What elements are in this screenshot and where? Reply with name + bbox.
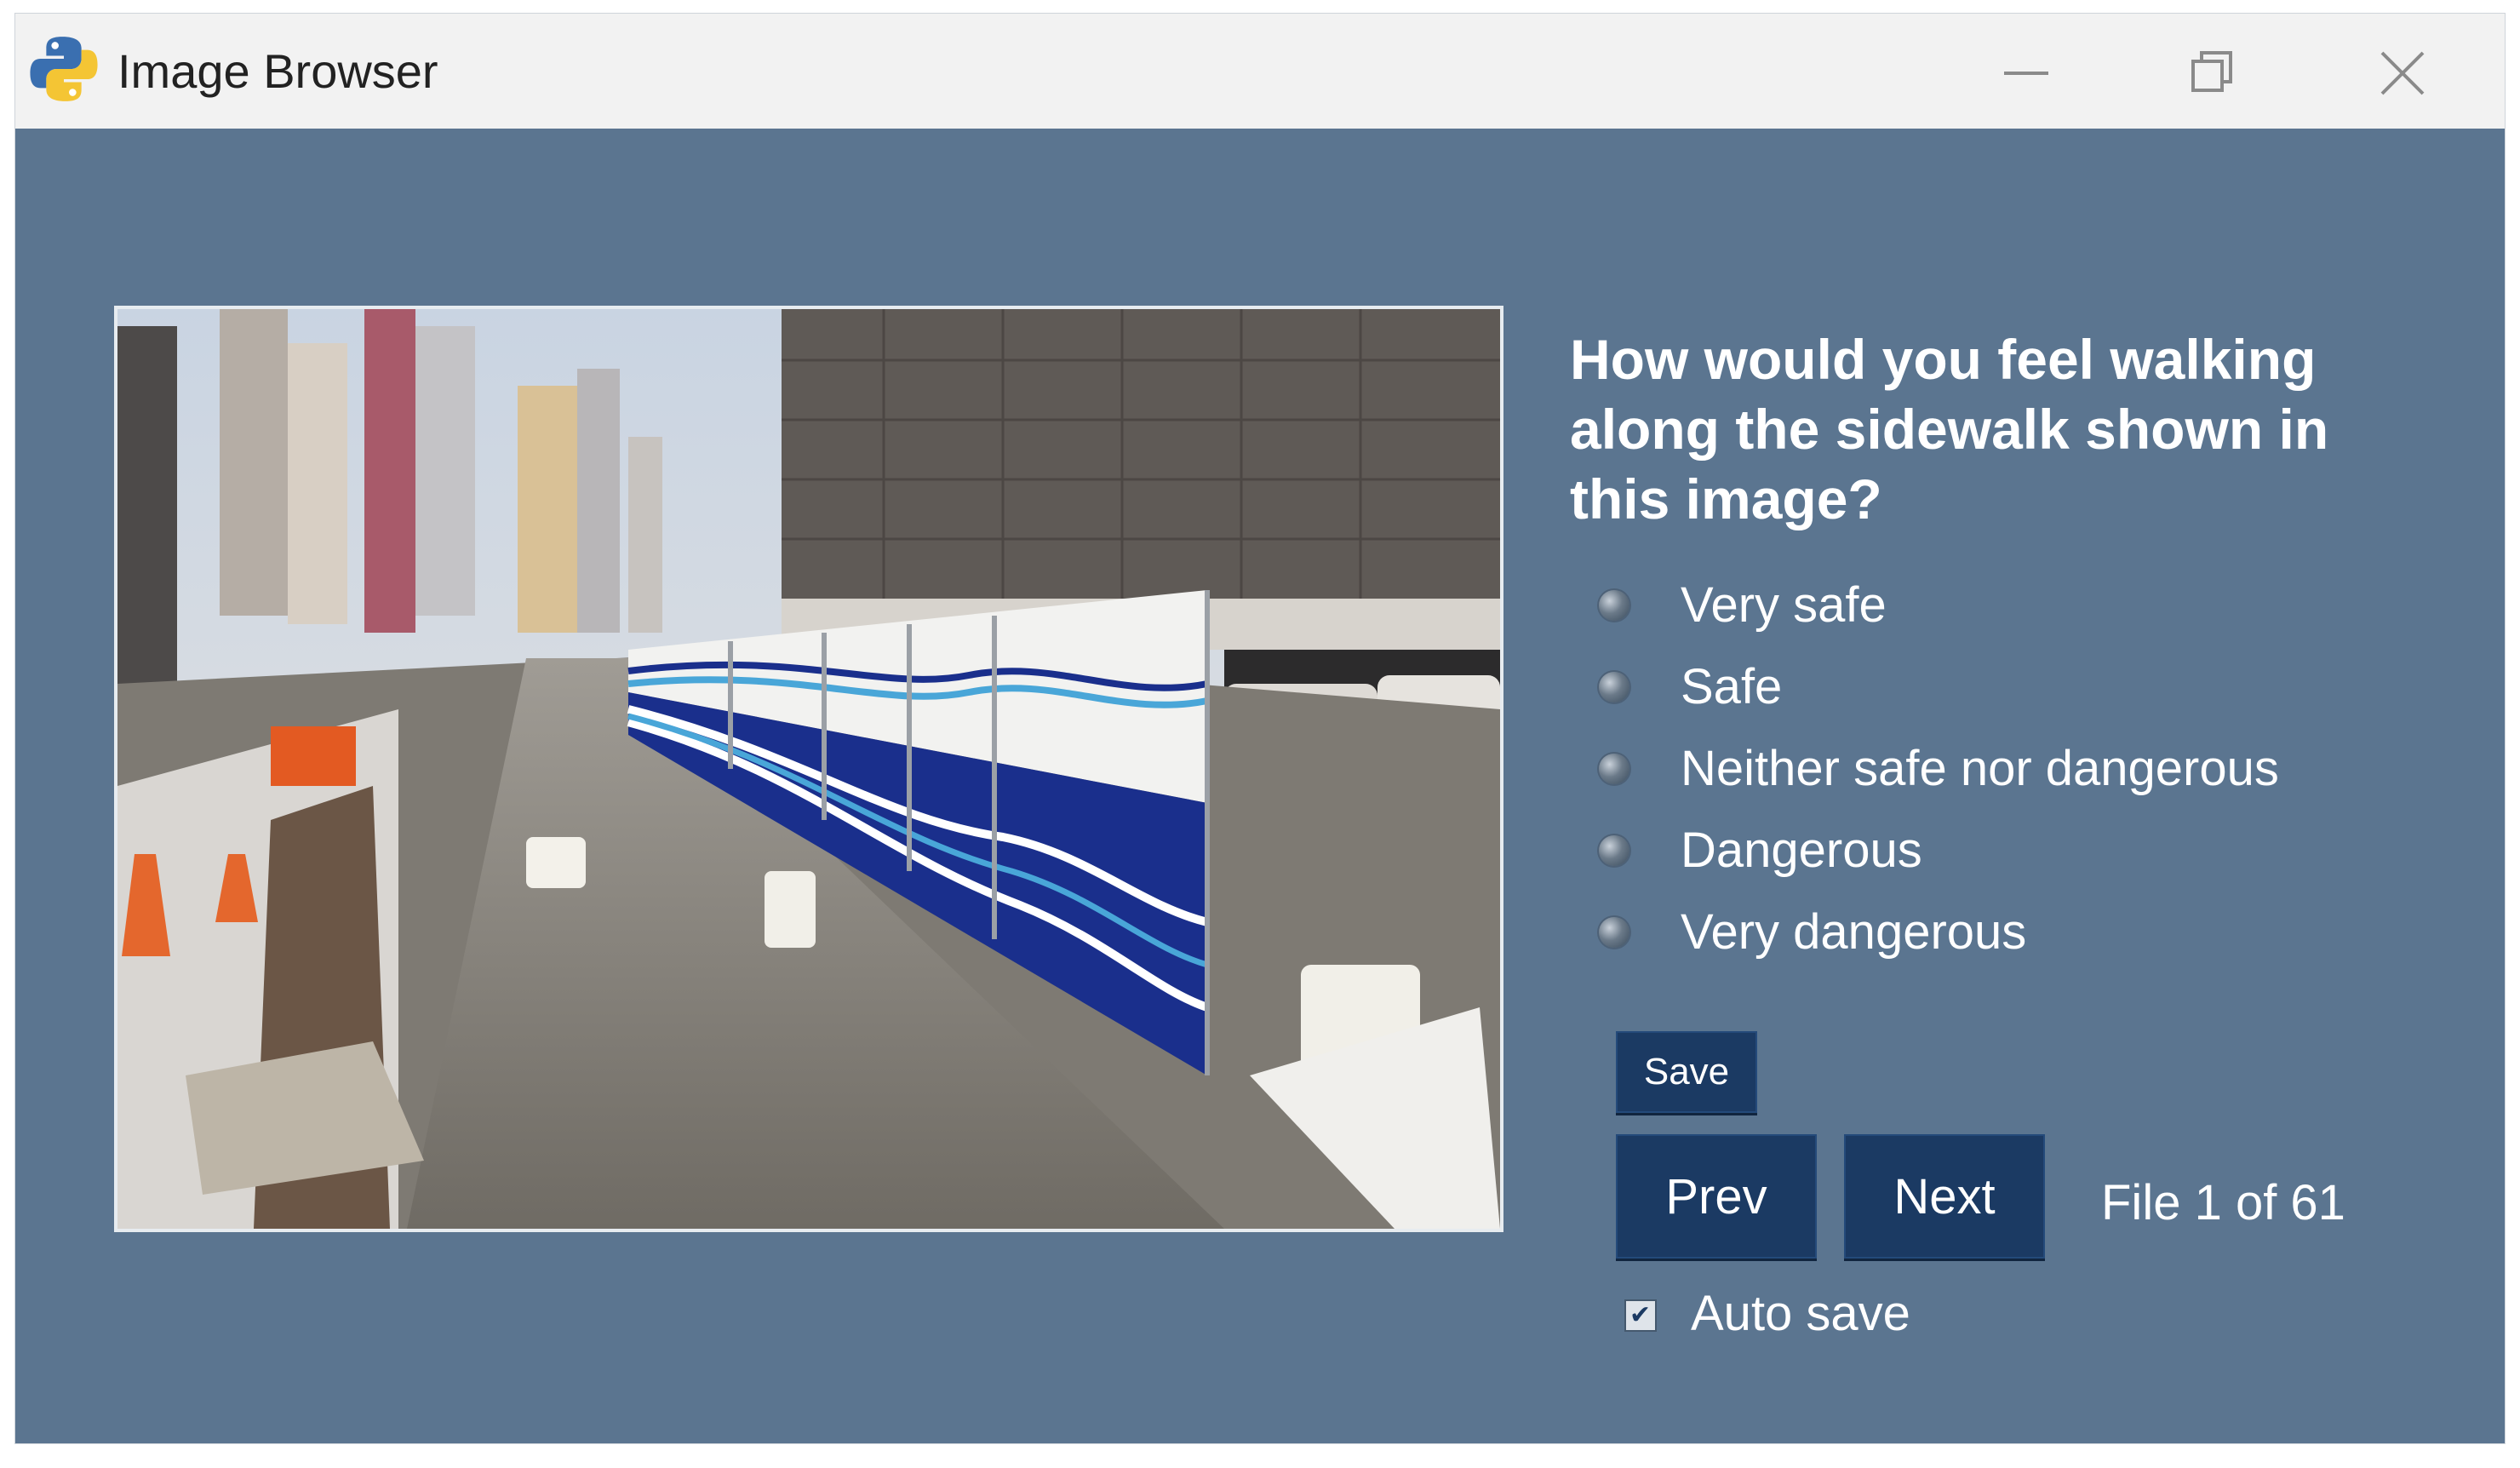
sidewalk-photo — [117, 309, 1500, 1229]
radio-button[interactable] — [1599, 672, 1629, 702]
image-frame — [114, 306, 1503, 1232]
option-label: Safe — [1681, 659, 1783, 714]
radio-button[interactable] — [1599, 590, 1629, 621]
autosave-label: Auto save — [1691, 1286, 1910, 1341]
client-area: How would you feel walking along the sid… — [15, 129, 2505, 1443]
radio-button[interactable] — [1599, 754, 1629, 784]
minimize-icon[interactable] — [1992, 39, 2060, 107]
file-counter: File 1 of 61 — [2101, 1175, 2345, 1230]
title-bar[interactable]: Image Browser — [15, 14, 2505, 129]
autosave-checkbox[interactable]: ✔ — [1624, 1299, 1657, 1332]
close-icon[interactable] — [2368, 39, 2437, 107]
checkmark-icon: ✔ — [1629, 1301, 1652, 1329]
radio-button[interactable] — [1599, 835, 1629, 866]
radio-button[interactable] — [1599, 917, 1629, 948]
option-label: Neither safe nor dangerous — [1681, 741, 2279, 796]
restore-icon[interactable] — [2179, 39, 2248, 107]
option-label: Very dangerous — [1681, 904, 2027, 960]
option-label: Very safe — [1681, 577, 1887, 633]
next-button[interactable]: Next — [1844, 1134, 2045, 1259]
option-label: Dangerous — [1681, 823, 1922, 878]
question-text: How would you feel walking along the sid… — [1570, 328, 2329, 530]
prev-button[interactable]: Prev — [1616, 1134, 1817, 1259]
save-button[interactable]: Save — [1616, 1031, 1757, 1113]
python-icon — [30, 37, 98, 101]
window-title: Image Browser — [117, 44, 438, 98]
app-window: Image Browser How would you feel walking… — [14, 13, 2506, 1444]
